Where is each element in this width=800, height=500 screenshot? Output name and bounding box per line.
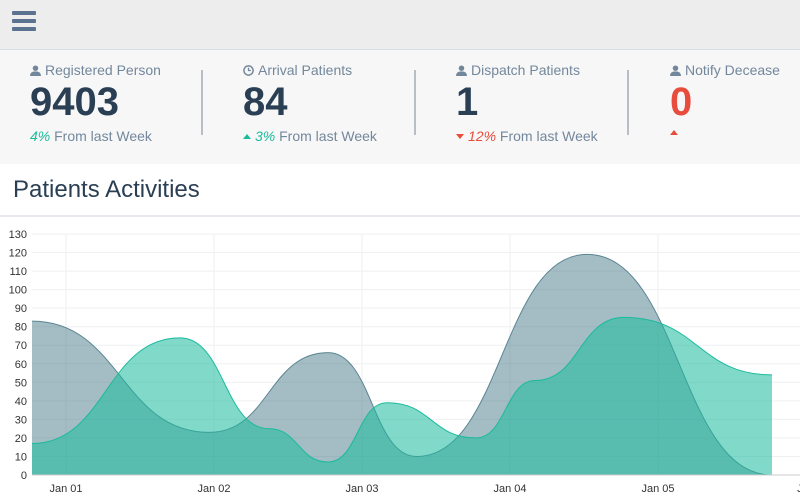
- y-tick-label: 80: [15, 322, 27, 334]
- x-tick-label: Jan 04: [493, 483, 526, 495]
- patients-activity-chart: 0 10 20 30 40 50 60 70 80 90 100 110 120 130 Jan 01 Jan…: [9, 229, 800, 495]
- user-icon: [670, 65, 681, 76]
- tile-count: 84: [243, 80, 288, 124]
- tile-label: Arrival Patients: [243, 62, 352, 78]
- y-tick-label: 100: [9, 285, 27, 297]
- y-tick-label: 60: [15, 359, 27, 371]
- tile-change: [670, 124, 682, 140]
- panel-title: Patients Activities: [13, 176, 200, 203]
- x-tick-label: Jan 03: [345, 483, 378, 495]
- tile-change: 12% From last Week: [456, 128, 598, 144]
- tile-count: 0: [670, 80, 693, 124]
- y-tick-label: 40: [15, 396, 27, 408]
- change-percent: 3%: [255, 128, 276, 144]
- tile-divider: [414, 70, 416, 135]
- y-tick-label: 20: [15, 433, 27, 445]
- arrow-down-icon: [456, 134, 464, 139]
- y-tick-label: 30: [15, 414, 27, 426]
- user-icon: [456, 65, 467, 76]
- tile-divider: [201, 70, 203, 135]
- y-tick-label: 70: [15, 340, 27, 352]
- tile-change: 4% From last Week: [30, 128, 152, 144]
- arrow-up-icon: [670, 130, 678, 135]
- stats-tiles-row: Registered Person 9403 4% From last Week…: [0, 50, 800, 164]
- y-tick-label: 90: [15, 303, 27, 315]
- arrow-up-icon: [243, 134, 251, 139]
- change-percent: 4%: [30, 128, 51, 144]
- change-text: From last Week: [499, 128, 598, 144]
- tile-count: 1: [456, 80, 479, 124]
- change-text: From last Week: [279, 128, 377, 144]
- user-icon: [30, 65, 41, 76]
- top-nav-bar: [0, 0, 800, 50]
- divider: [0, 215, 800, 217]
- tile-count: 9403: [30, 80, 119, 124]
- change-text: From last Week: [54, 128, 152, 144]
- x-tick-label: Jan 01: [49, 483, 82, 495]
- tile-label: Dispatch Patients: [456, 62, 580, 78]
- y-tick-label: 130: [9, 229, 27, 241]
- series-1-area: [32, 317, 772, 475]
- tile-label: Registered Person: [30, 62, 161, 78]
- change-percent: 12%: [468, 128, 497, 144]
- tile-divider: [627, 70, 629, 135]
- clock-icon: [243, 65, 254, 76]
- y-tick-label: 120: [9, 248, 27, 260]
- x-tick-label: Jan 02: [197, 483, 230, 495]
- y-tick-label: 10: [15, 451, 27, 463]
- tile-change: 3% From last Week: [243, 128, 377, 144]
- tile-label: Notify Decease: [670, 62, 780, 78]
- y-tick-label: 0: [21, 470, 27, 482]
- y-tick-label: 50: [15, 377, 27, 389]
- hamburger-menu-icon[interactable]: [12, 11, 36, 31]
- y-tick-label: 110: [9, 266, 27, 278]
- x-tick-label: Jan 05: [641, 483, 674, 495]
